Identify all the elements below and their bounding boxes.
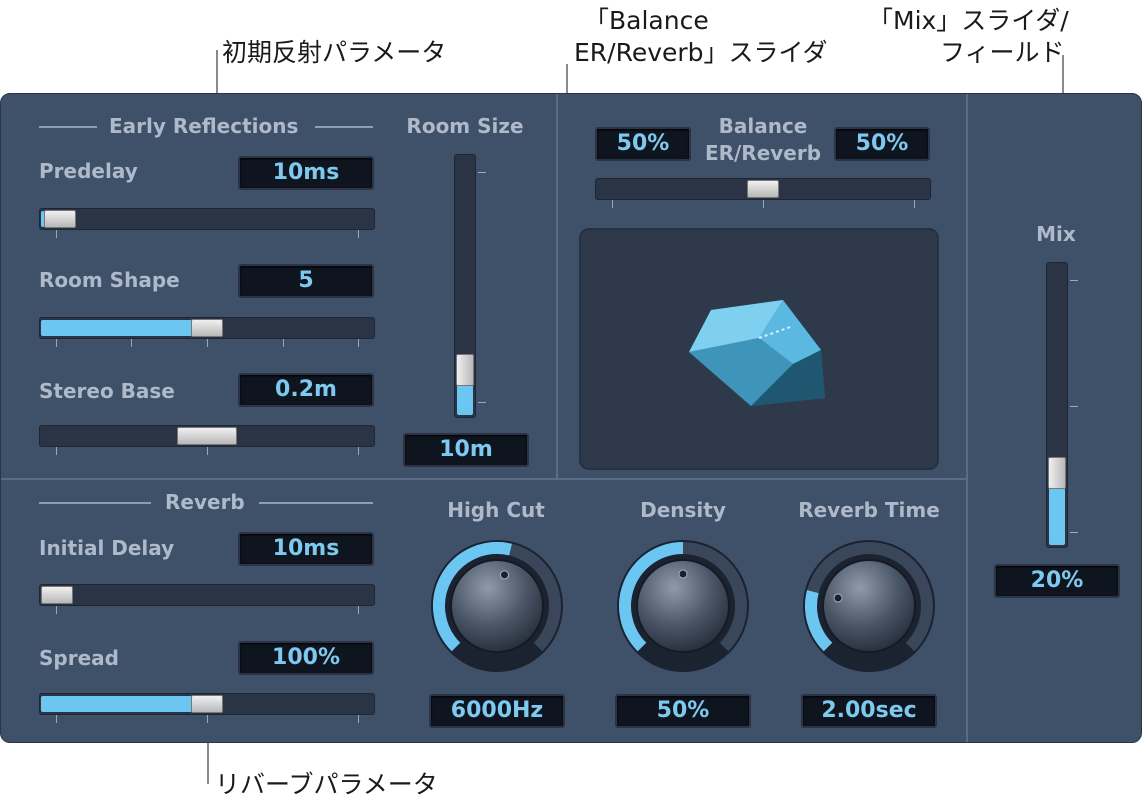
balance-slider[interactable] — [595, 178, 931, 200]
divider-vertical-left — [556, 94, 558, 478]
balance-left-field[interactable]: 50% — [595, 127, 691, 161]
spread-slider-thumb[interactable] — [191, 695, 223, 713]
room-shape-slider-thumb[interactable] — [191, 319, 223, 337]
density-knob[interactable] — [615, 538, 751, 674]
divider-vertical-right — [966, 94, 968, 742]
callout-balance-line2: ER/Reverb」スライダ — [574, 38, 828, 67]
balance-right-field[interactable]: 50% — [834, 127, 930, 161]
balance-ticks — [595, 200, 931, 210]
initial-delay-slider[interactable] — [39, 584, 375, 606]
high-cut-label: High Cut — [447, 498, 545, 522]
callout-line-mix — [1062, 55, 1064, 94]
room-shape-ticks — [39, 339, 375, 349]
room-shape-field[interactable]: 5 — [238, 264, 374, 298]
predelay-label: Predelay — [39, 159, 138, 183]
stereo-base-field[interactable]: 0.2m — [238, 373, 374, 407]
predelay-slider[interactable] — [39, 208, 375, 230]
stereo-base-label: Stereo Base — [39, 379, 175, 403]
high-cut-field[interactable]: 6000Hz — [429, 694, 565, 728]
callout-mix-line1: 「Mix」スライダ/ — [868, 6, 1069, 35]
mix-slider-thumb[interactable] — [1048, 456, 1066, 489]
room-size-slider-fill — [457, 384, 473, 415]
reverb-time-knob[interactable] — [801, 538, 937, 674]
room-shape-slider[interactable] — [39, 317, 375, 339]
spread-label: Spread — [39, 646, 119, 670]
mix-slider-fill — [1049, 486, 1065, 545]
density-label: Density — [640, 498, 726, 522]
initial-delay-ticks — [39, 606, 375, 616]
room-shape-3d-icon — [689, 300, 825, 406]
spread-ticks — [39, 715, 375, 725]
stereo-base-slider[interactable] — [39, 425, 375, 447]
callout-reverb-params: リバーブパラメータ — [215, 770, 438, 799]
room-shape-display[interactable] — [579, 228, 939, 470]
predelay-ticks — [39, 230, 375, 240]
stereo-base-ticks — [39, 447, 375, 457]
initial-delay-slider-thumb[interactable] — [41, 586, 73, 604]
early-title-line-right — [315, 126, 373, 128]
reverb-title-line-left — [39, 502, 151, 504]
room-size-field[interactable]: 10m — [403, 433, 529, 467]
balance-label-line2: ER/Reverb — [704, 141, 822, 165]
spread-slider[interactable] — [39, 693, 375, 715]
reverb-plugin-panel: Early Reflections Predelay 10ms Room Sha… — [0, 93, 1142, 743]
spread-field[interactable]: 100% — [238, 641, 374, 675]
balance-label-line1: Balance — [718, 114, 808, 138]
callout-mix-line2: フィールド — [940, 38, 1065, 67]
room-shape-slider-fill — [41, 320, 192, 336]
mix-label: Mix — [1036, 222, 1076, 246]
reverb-time-label: Reverb Time — [798, 498, 940, 522]
density-field[interactable]: 50% — [615, 694, 751, 728]
early-title-line-left — [39, 126, 97, 128]
reverb-title-line-right — [259, 502, 373, 504]
callout-line-early — [216, 50, 218, 94]
high-cut-knob[interactable] — [429, 538, 565, 674]
early-section-title: Early Reflections — [109, 114, 299, 138]
reverb-section-title: Reverb — [165, 490, 245, 514]
room-size-label: Room Size — [406, 114, 524, 138]
reverb-time-field[interactable]: 2.00sec — [801, 694, 937, 728]
callout-line-reverb — [207, 742, 209, 784]
predelay-slider-thumb[interactable] — [44, 210, 77, 228]
callout-balance-line1: 「Balance — [584, 6, 709, 35]
initial-delay-label: Initial Delay — [39, 536, 175, 560]
divider-horizontal — [1, 478, 967, 480]
stereo-base-slider-thumb[interactable] — [177, 427, 237, 445]
room-size-slider[interactable] — [454, 154, 476, 418]
spread-slider-fill — [41, 696, 192, 712]
room-size-slider-thumb[interactable] — [456, 354, 474, 386]
mix-slider[interactable] — [1046, 262, 1068, 548]
predelay-field[interactable]: 10ms — [238, 156, 374, 190]
mix-field[interactable]: 20% — [994, 564, 1120, 598]
balance-slider-thumb[interactable] — [747, 180, 779, 198]
initial-delay-field[interactable]: 10ms — [238, 532, 374, 566]
room-shape-label: Room Shape — [39, 268, 180, 292]
callout-early-params: 初期反射パラメータ — [222, 38, 447, 67]
